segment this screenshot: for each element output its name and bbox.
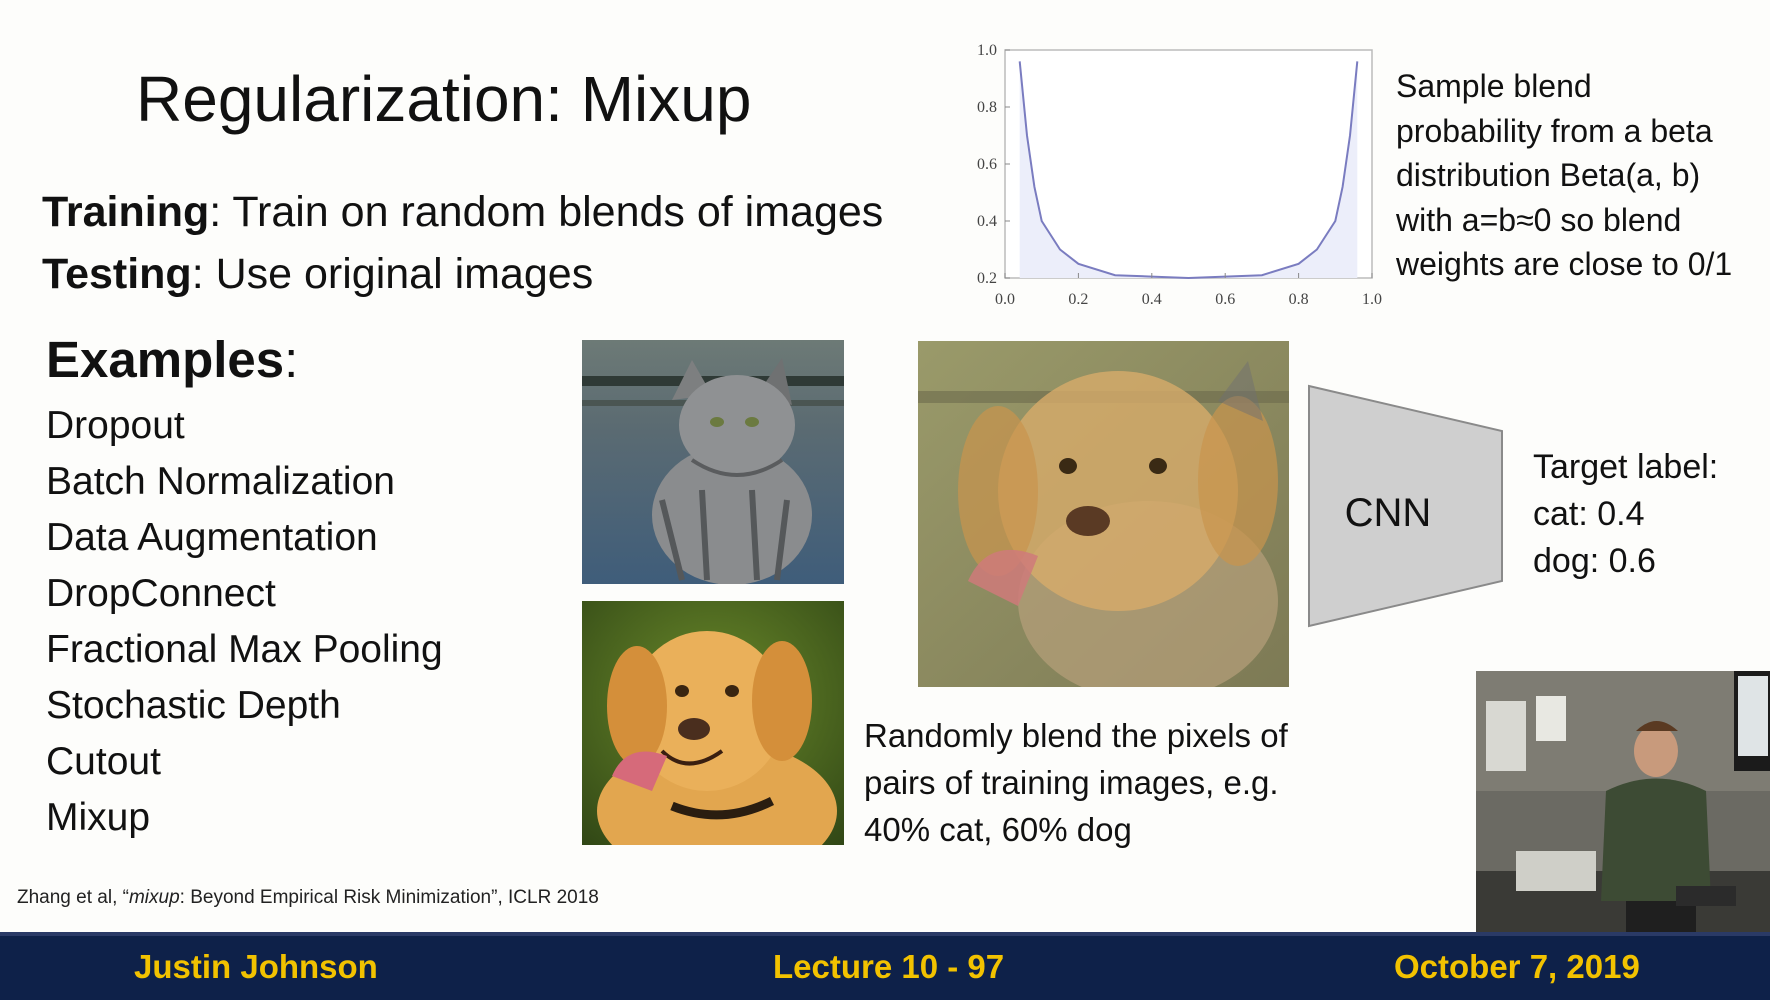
x-tick-label: 0.4 [1142,291,1162,308]
footer-date: October 7, 2019 [1394,948,1640,985]
list-item: Batch Normalization [46,460,395,503]
x-tick-label: 1.0 [1362,291,1382,308]
testing-line: Testing: Use original images [42,250,593,299]
footer-author: Justin Johnson [134,948,378,985]
y-tick-label: 0.6 [977,156,997,173]
chart-note-line: distribution Beta(a, b) [1396,157,1701,193]
list-item: Fractional Max Pooling [46,628,443,671]
x-tick-label: 0.8 [1289,291,1309,308]
chart-note-line: probability from a beta [1396,112,1713,149]
examples-list: Dropout Batch Normalization Data Augment… [46,398,443,846]
chart-note-line: with a=b≈0 so blend [1396,201,1682,238]
citation-italic: mixup [128,887,180,908]
examples-heading: Examples: [46,330,298,389]
cat-image [582,340,844,584]
blended-image [918,341,1289,687]
examples-heading-colon: : [284,331,299,388]
target-label-line: dog: 0.6 [1533,542,1656,580]
caption-line: pairs of training images, e.g. [864,764,1279,801]
target-label-line: cat: 0.4 [1533,495,1645,533]
cnn-label: CNN [1345,491,1432,535]
list-item: DropConnect [46,572,276,615]
y-tick-label: 0.2 [977,270,997,287]
caption-line: Randomly blend the pixels of [864,717,1288,754]
citation-prefix: Zhang et al, “ [17,887,129,908]
cnn-block: CNN [1308,384,1503,628]
target-label: Target label: cat: 0.4 dog: 0.6 [1533,444,1718,585]
x-tick-label: 0.0 [995,291,1015,308]
y-tick-label: 0.8 [977,99,997,116]
training-text: : Train on random blends of images [209,188,884,236]
list-item: Data Augmentation [46,516,378,559]
training-line: Training: Train on random blends of imag… [42,188,883,237]
slide: Regularization: Mixup Training: Train on… [0,0,1770,1000]
beta-distribution-chart: 0.0 0.2 0.4 0.6 0.8 1.0 0.2 0.4 0.6 0.8 1.0 [977,44,1382,308]
testing-text: : Use original images [191,250,594,298]
slide-title: Regularization: Mixup [136,63,752,135]
dog-image [582,601,844,845]
chart-note-line: weights are close to 0/1 [1396,246,1733,282]
y-tick-label: 0.4 [977,213,997,230]
chart-frame [1004,49,1373,279]
target-label-line: Target label: [1533,448,1719,486]
list-item: Cutout [46,740,161,783]
footer-bar: Justin Johnson Lecture 10 - 97 October 7… [0,932,1770,1000]
chart-note-line: Sample blend [1396,68,1592,104]
examples-heading-label: Examples [46,331,285,388]
y-tick-label: 1.0 [977,44,997,59]
citation-suffix: : Beyond Empirical Risk Minimization”, I… [179,887,599,908]
x-tick-label: 0.2 [1068,291,1088,308]
x-tick-label: 0.6 [1215,291,1235,308]
training-label: Training [42,188,210,236]
list-item: Stochastic Depth [46,684,341,727]
list-item: Dropout [46,404,185,447]
caption-line: 40% cat, 60% dog [864,811,1132,848]
blend-caption: Randomly blend the pixels of pairs of tr… [864,712,1344,853]
speaker-video [1476,671,1770,932]
chart-note: Sample blend probability from a beta dis… [1396,64,1766,287]
citation: Zhang et al, “mixup: Beyond Empirical Ri… [17,887,599,909]
testing-label: Testing [42,250,192,298]
list-item: Mixup [46,796,151,839]
footer-lecture: Lecture 10 - 97 [773,948,1005,985]
